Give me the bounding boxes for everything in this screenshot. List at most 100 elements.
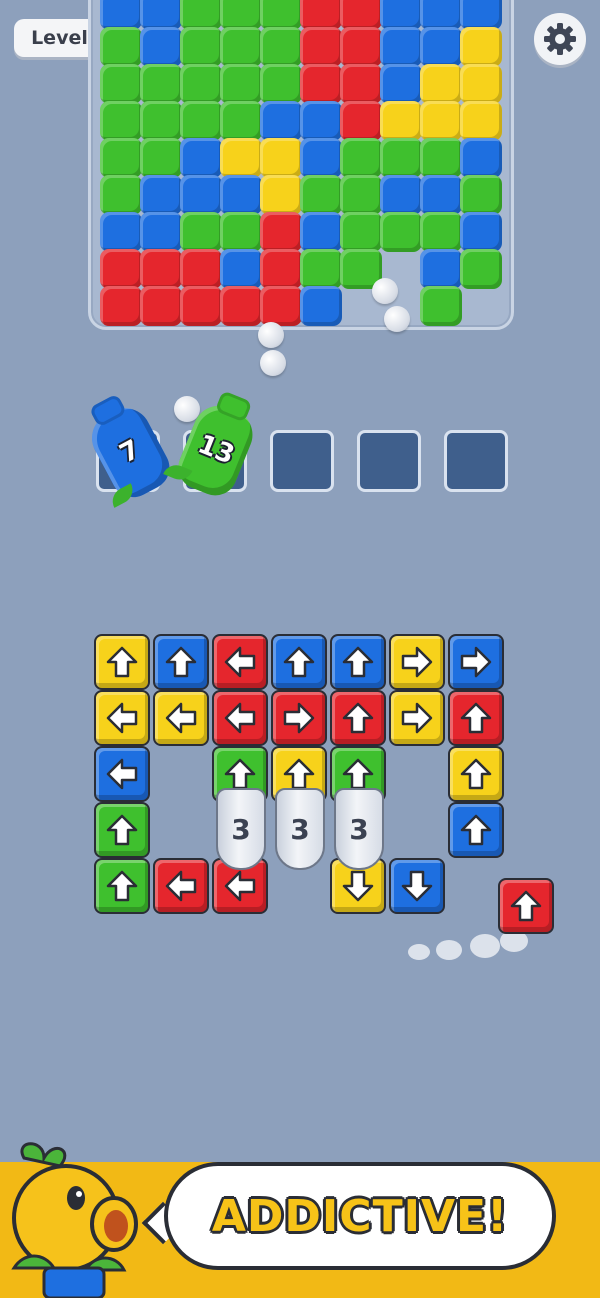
green-cube [100, 101, 142, 141]
red-cube [220, 286, 262, 326]
cannon[interactable]: 3 [216, 788, 266, 870]
arrow-left-icon [106, 758, 138, 790]
arrow-tile-green-up[interactable] [94, 858, 150, 914]
arrow-left-icon [165, 702, 197, 734]
blue-cube [420, 249, 462, 289]
arrow-tile-yellow-left[interactable] [94, 690, 150, 746]
yellow-cube [460, 64, 502, 104]
green-cube [380, 212, 422, 252]
arrow-left-icon [224, 702, 256, 734]
cannon[interactable]: 3 [334, 788, 384, 870]
blue-cube [380, 64, 422, 104]
arrow-tile-yellow-up[interactable] [94, 634, 150, 690]
red-cube [180, 286, 222, 326]
blue-cube [460, 212, 502, 252]
arrow-tile-blue-right[interactable] [448, 634, 504, 690]
arrow-up-icon [342, 758, 374, 790]
peashooter-mascot-icon [11, 1142, 138, 1298]
arrow-tile-red-up[interactable] [448, 690, 504, 746]
green-cube [380, 138, 422, 178]
cannon[interactable]: 3 [275, 788, 325, 870]
green-cube [340, 175, 382, 215]
red-cube [100, 249, 142, 289]
arrow-tile-blue-up[interactable] [448, 802, 504, 858]
arrow-tile-red-right[interactable] [271, 690, 327, 746]
green-cube [100, 64, 142, 104]
shooter-slot [444, 430, 508, 492]
arrow-tile-blue-up[interactable] [271, 634, 327, 690]
blue-cube [140, 175, 182, 215]
blue-cube [420, 0, 462, 30]
arrow-tile-yellow-up[interactable] [448, 746, 504, 802]
green-cube [220, 64, 262, 104]
arrow-up-icon [460, 758, 492, 790]
blue-cube [220, 249, 262, 289]
red-cube [300, 0, 342, 30]
arrow-left-icon [224, 646, 256, 678]
arrow-tile-red-left[interactable] [212, 690, 268, 746]
arrow-tile-red-left[interactable] [153, 858, 209, 914]
arrow-tile-blue-up[interactable] [153, 634, 209, 690]
projectile-ball [384, 306, 410, 332]
green-cube [220, 212, 262, 252]
shooter-count: 13 [193, 429, 239, 471]
red-cube [340, 27, 382, 67]
arrow-right-icon [401, 702, 433, 734]
red-cube [140, 249, 182, 289]
smoke-puff [436, 940, 462, 960]
arrow-tile-green-up[interactable] [94, 802, 150, 858]
blue-cube [300, 286, 342, 326]
arrow-up-icon [460, 814, 492, 846]
green-cube [300, 249, 342, 289]
arrow-tile-blue-up[interactable] [330, 634, 386, 690]
arrow-tile-blue-down[interactable] [389, 858, 445, 914]
arrow-down-icon [342, 870, 374, 902]
yellow-cube [260, 138, 302, 178]
arrow-tile-blue-left[interactable] [94, 746, 150, 802]
blue-cube [460, 0, 502, 30]
arrow-tile-yellow-right[interactable] [389, 690, 445, 746]
arrow-up-icon [106, 646, 138, 678]
settings-button[interactable] [534, 13, 586, 65]
cannon-count: 3 [290, 812, 310, 846]
shooter-slot [270, 430, 334, 492]
yellow-cube [460, 101, 502, 141]
blue-cube [140, 212, 182, 252]
yellow-cube [460, 27, 502, 67]
blue-cube [420, 27, 462, 67]
arrow-up-icon [342, 702, 374, 734]
green-cube [220, 0, 262, 30]
blue-cube [140, 0, 182, 30]
cannon-count: 3 [231, 812, 251, 846]
gear-icon [544, 23, 576, 55]
yellow-cube [420, 101, 462, 141]
green-cube [420, 212, 462, 252]
green-cube [460, 249, 502, 289]
arrow-up-icon [342, 646, 374, 678]
blue-cube [220, 175, 262, 215]
speech-bubble: ADDICTIVE! [164, 1162, 556, 1270]
blue-cube [180, 138, 222, 178]
arrow-up-icon [106, 870, 138, 902]
arrow-up-icon [165, 646, 197, 678]
green-cube [180, 64, 222, 104]
blue-cube [300, 101, 342, 141]
arrow-tile-red-up[interactable] [330, 690, 386, 746]
green-cube [300, 175, 342, 215]
shooter-slot [357, 430, 421, 492]
green-cube [180, 0, 222, 30]
green-cube [420, 138, 462, 178]
blue-cube [380, 27, 422, 67]
green-cube [260, 64, 302, 104]
arrow-tile-yellow-right[interactable] [389, 634, 445, 690]
smoke-puff [470, 934, 500, 958]
red-cube [260, 212, 302, 252]
arrow-tile-yellow-left[interactable] [153, 690, 209, 746]
blue-cube [180, 175, 222, 215]
arrow-up-icon [510, 890, 542, 922]
red-cube [260, 249, 302, 289]
green-cube [340, 212, 382, 252]
arrow-down-icon [401, 870, 433, 902]
arrow-tile-red-left[interactable] [212, 634, 268, 690]
green-cube [460, 175, 502, 215]
